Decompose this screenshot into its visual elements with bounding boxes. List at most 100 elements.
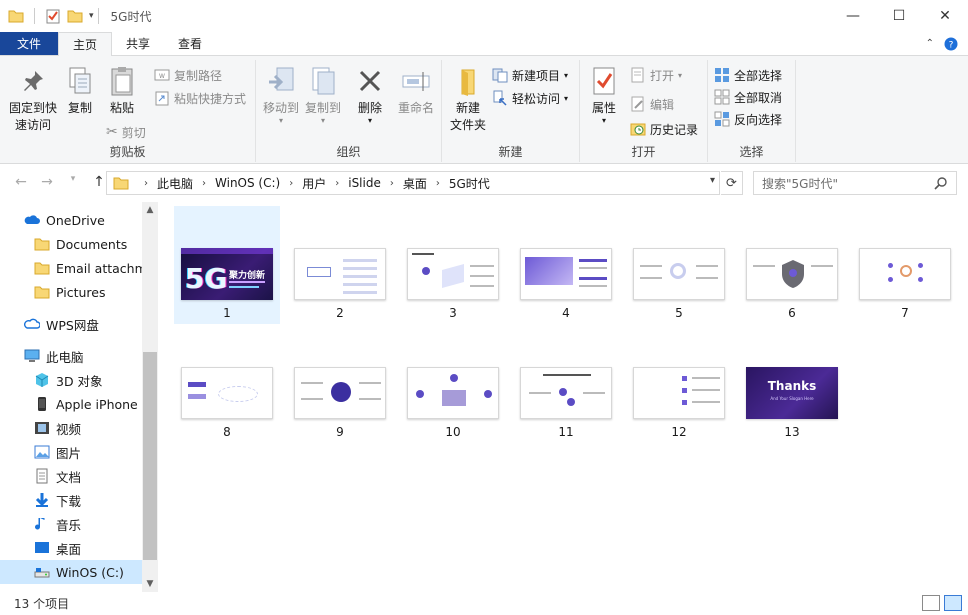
edit-button[interactable]: 编辑 <box>630 93 674 115</box>
organize-group-label: 组织 <box>336 145 361 159</box>
rename-button[interactable]: 重命名 <box>394 64 438 117</box>
copy-path-button[interactable]: W 复制路径 <box>154 64 222 86</box>
breadcrumb-drive[interactable]: WinOS (C:) › <box>215 176 302 190</box>
help-icon[interactable]: ? <box>944 37 958 51</box>
file-item-9[interactable]: 9 <box>287 325 393 443</box>
ribbon: 固定到快 速访问 复制 粘贴 W 复制路径 粘贴快捷方式 ✂ 剪切 剪贴板 移动… <box>0 56 968 164</box>
folder-icon <box>113 177 129 190</box>
address-bar[interactable]: › 此电脑 › WinOS (C:) › 用户 › iSlide › 桌面 › 5G时代 … <box>106 171 720 195</box>
file-item-5[interactable]: 5 <box>626 206 732 324</box>
status-bar: 13 个项目 <box>0 592 968 615</box>
nav-item-apple-iphone[interactable]: Apple iPhone <box>0 392 142 416</box>
nav-item-documents[interactable]: Documents <box>0 232 142 256</box>
cut-button[interactable]: ✂ 剪切 <box>106 121 146 143</box>
nav-item-email-attachments[interactable]: Email attachme <box>0 256 142 280</box>
navigation-pane: OneDrive Documents Email attachme Pictur… <box>0 202 158 592</box>
refresh-button[interactable]: ⟳ <box>721 171 743 195</box>
open-button[interactable]: 打开 ▾ <box>630 64 682 86</box>
large-icons-view-icon[interactable] <box>944 595 962 611</box>
file-item-12[interactable]: 12 <box>626 325 732 443</box>
breadcrumb-islide[interactable]: iSlide › <box>348 176 403 190</box>
chevron-down-icon[interactable]: ▼ <box>142 576 158 592</box>
nav-item-music[interactable]: 音乐 <box>0 512 142 536</box>
breadcrumb-current-folder[interactable]: 5G时代 <box>449 175 490 192</box>
copy-button[interactable]: 复制 <box>62 64 98 117</box>
file-item-1[interactable]: 5G 聚力创新 1 <box>174 206 280 324</box>
file-item-8[interactable]: 8 <box>174 325 280 443</box>
tab-file[interactable]: 文件 <box>0 32 58 55</box>
nav-item-onedrive[interactable]: OneDrive <box>0 208 142 232</box>
close-button[interactable]: ✕ <box>922 0 968 32</box>
nav-item-pictures[interactable]: Pictures <box>0 280 142 304</box>
nav-item-winos-drive[interactable]: WinOS (C:) <box>0 560 142 584</box>
chevron-right-icon: › <box>335 177 340 189</box>
nav-item-this-pc[interactable]: 此电脑 <box>0 344 142 368</box>
invert-selection-button[interactable]: 反向选择 <box>714 108 782 130</box>
properties-icon[interactable] <box>45 8 61 24</box>
nav-item-downloads[interactable]: 下载 <box>0 488 142 512</box>
slide-thumbnail <box>294 248 386 300</box>
folder-icon <box>34 238 50 251</box>
new-folder-button[interactable]: 新建 文件夹 <box>446 64 490 134</box>
file-item-2[interactable]: 2 <box>287 206 393 324</box>
properties-button[interactable]: 属性 ▾ <box>586 64 622 125</box>
computer-icon <box>24 349 40 362</box>
easy-access-button[interactable]: 轻松访问 ▾ <box>492 87 568 109</box>
ribbon-tabs: 文件 主页 共享 查看 ⌃ ? <box>0 32 968 56</box>
search-input[interactable]: 搜索"5G时代" <box>753 171 957 195</box>
new-folder-icon[interactable] <box>67 8 83 24</box>
new-item-button[interactable]: 新建项目 ▾ <box>492 64 568 86</box>
slide-thumbnail <box>520 367 612 419</box>
file-item-4[interactable]: 4 <box>513 206 619 324</box>
breadcrumb-desktop[interactable]: 桌面 › <box>403 175 449 192</box>
select-none-icon <box>714 89 730 105</box>
svg-text:?: ? <box>949 40 954 50</box>
breadcrumb-this-pc[interactable]: 此电脑 › <box>157 175 215 192</box>
breadcrumb-users[interactable]: 用户 › <box>302 175 348 192</box>
nav-item-wps-cloud[interactable]: WPS网盘 <box>0 312 142 336</box>
document-icon <box>36 468 48 484</box>
file-item-6[interactable]: 6 <box>739 206 845 324</box>
chevron-down-icon[interactable]: ▾ <box>710 175 715 186</box>
nav-item-pictures-library[interactable]: 图片 <box>0 440 142 464</box>
video-icon <box>35 422 49 434</box>
chevron-up-icon[interactable]: ▲ <box>142 202 158 218</box>
select-group-label: 选择 <box>739 145 764 159</box>
delete-icon <box>359 70 381 92</box>
tab-view[interactable]: 查看 <box>164 32 216 55</box>
move-to-button[interactable]: 移动到 ▾ <box>260 64 302 125</box>
tab-share[interactable]: 共享 <box>112 32 164 55</box>
customize-toolbar-icon[interactable]: ▾ <box>89 11 94 21</box>
chevron-up-icon[interactable]: ⌃ <box>926 38 934 49</box>
nav-item-3d-objects[interactable]: 3D 对象 <box>0 368 142 392</box>
forward-button[interactable]: → <box>36 174 58 190</box>
nav-scrollbar[interactable]: ▲ ▼ <box>142 202 158 592</box>
nav-item-desktop[interactable]: 桌面 <box>0 536 142 560</box>
file-item-11[interactable]: 11 <box>513 325 619 443</box>
minimize-button[interactable]: — <box>830 0 876 32</box>
select-all-button[interactable]: 全部选择 <box>714 64 782 86</box>
pin-to-quick-access-button[interactable]: 固定到快 速访问 <box>6 64 60 134</box>
details-view-icon[interactable] <box>922 595 940 611</box>
history-button[interactable]: 历史记录 <box>630 118 698 140</box>
tab-home[interactable]: 主页 <box>58 32 113 56</box>
select-none-button[interactable]: 全部取消 <box>714 86 782 108</box>
nav-item-documents-library[interactable]: 文档 <box>0 464 142 488</box>
pin-icon <box>24 71 43 91</box>
file-item-13[interactable]: Thanks And Your Slogan Here 13 <box>739 325 845 443</box>
delete-button[interactable]: 删除 ▾ <box>352 64 388 125</box>
back-button[interactable]: ← <box>10 174 32 190</box>
dropdown-arrow-icon: ▾ <box>278 116 283 125</box>
paste-button[interactable]: 粘贴 <box>104 64 140 117</box>
scrollbar-thumb[interactable] <box>143 352 157 560</box>
file-item-7[interactable]: 7 <box>852 206 958 324</box>
svg-text:W: W <box>159 73 165 80</box>
recent-locations-icon[interactable]: ▾ <box>62 174 84 190</box>
file-item-3[interactable]: 3 <box>400 206 506 324</box>
maximize-button[interactable]: ☐ <box>876 0 922 32</box>
nav-item-videos[interactable]: 视频 <box>0 416 142 440</box>
paste-shortcut-button[interactable]: 粘贴快捷方式 <box>154 87 246 109</box>
file-item-10[interactable]: 10 <box>400 325 506 443</box>
copy-to-button[interactable]: 复制到 ▾ <box>302 64 344 125</box>
phone-icon <box>38 397 46 411</box>
